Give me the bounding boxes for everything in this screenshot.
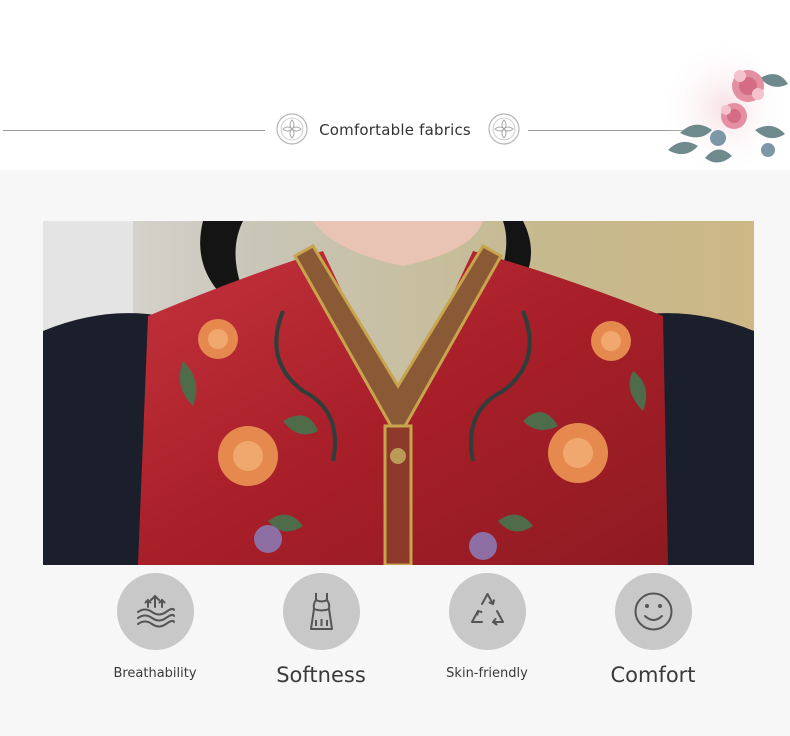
smiley-face-icon: [634, 592, 673, 631]
feature-icon-circle: [449, 573, 526, 650]
feature-comfort: Comfort: [578, 573, 728, 703]
feature-icon-circle: [117, 573, 194, 650]
ornament-right-icon: [488, 113, 520, 145]
garment-dress-icon: [310, 593, 333, 630]
feature-softness: Softness: [246, 573, 396, 703]
feature-breathability: Breathability: [80, 573, 230, 703]
feature-icon-circle: [615, 573, 692, 650]
peony-flower-decoration: [660, 38, 790, 178]
vest-photo: [43, 221, 754, 565]
feature-label: Comfort: [610, 663, 696, 687]
breathability-waves-icon: [137, 594, 175, 628]
feature-label: Breathability: [113, 666, 197, 681]
section-title: Comfortable fabrics: [319, 121, 471, 139]
feature-label: Skin-friendly: [446, 666, 528, 681]
recycle-triangle-icon: [471, 593, 504, 626]
feature-skin-friendly: Skin-friendly: [412, 573, 562, 703]
feature-label: Softness: [276, 663, 366, 687]
divider-line-left: [3, 130, 265, 131]
feature-icon-circle: [283, 573, 360, 650]
